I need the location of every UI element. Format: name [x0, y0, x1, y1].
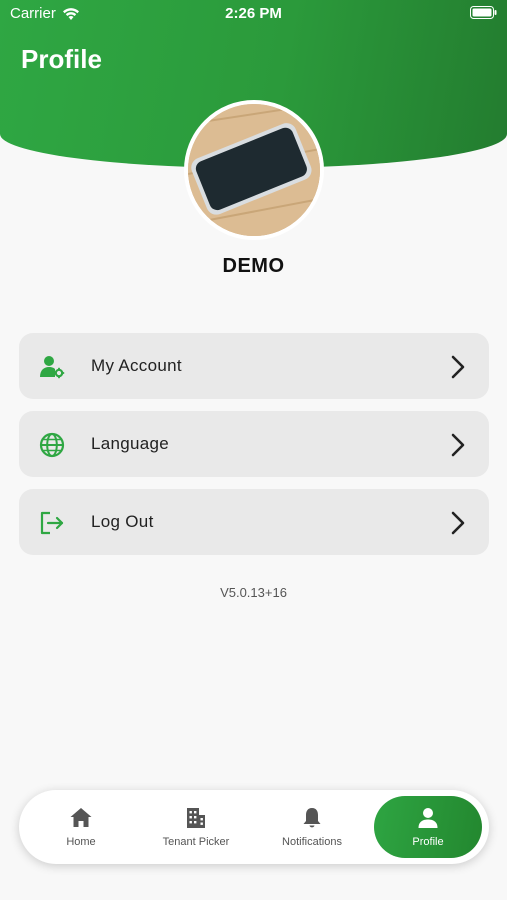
- chevron-right-icon: [451, 355, 465, 379]
- page-title: Profile: [21, 44, 102, 74]
- tab-label: Notifications: [282, 836, 342, 848]
- tab-tenant-picker[interactable]: Tenant Picker: [138, 790, 254, 864]
- menu-item-log-out[interactable]: Log Out: [19, 489, 489, 555]
- tab-home[interactable]: Home: [23, 790, 139, 864]
- menu-item-language[interactable]: Language: [19, 411, 489, 477]
- clock: 2:26 PM: [225, 5, 282, 22]
- globe-icon: [39, 432, 65, 458]
- chevron-right-icon: [451, 433, 465, 457]
- menu-item-label: Language: [91, 434, 170, 453]
- building-icon: [187, 808, 205, 828]
- menu-item-my-account[interactable]: My Account: [19, 333, 489, 399]
- battery-icon: [470, 6, 497, 19]
- tab-label: Tenant Picker: [162, 836, 230, 848]
- home-icon: [70, 808, 92, 827]
- tab-profile[interactable]: Profile: [374, 796, 482, 858]
- status-bar: Carrier 2:26 PM: [0, 0, 507, 28]
- menu-item-label: Log Out: [91, 512, 154, 531]
- tab-label: Profile: [412, 836, 444, 848]
- user-gear-icon: [40, 356, 65, 379]
- app-version: V5.0.13+16: [220, 585, 287, 600]
- profile-name: DEMO: [222, 255, 285, 277]
- profile-menu: My Account Language Log Out: [19, 333, 489, 567]
- bottom-tab-bar: Home Tenant Picker Notifications Profile: [19, 790, 489, 864]
- avatar-photo: [188, 104, 320, 236]
- chevron-right-icon: [451, 511, 465, 535]
- tab-label: Home: [66, 836, 96, 848]
- avatar[interactable]: [184, 100, 324, 240]
- menu-item-label: My Account: [91, 356, 182, 375]
- bell-icon: [303, 808, 321, 828]
- tab-notifications[interactable]: Notifications: [254, 790, 370, 864]
- person-icon: [418, 808, 438, 828]
- logout-icon: [40, 511, 64, 535]
